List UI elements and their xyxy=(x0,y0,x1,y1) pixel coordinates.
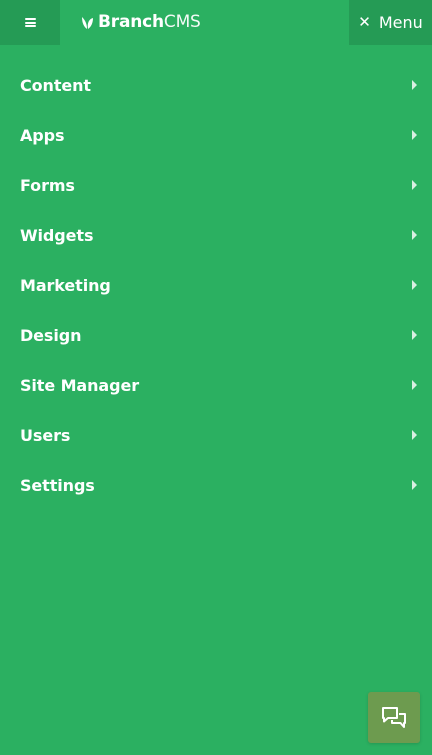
nav-item-label: Users xyxy=(20,425,71,445)
chevron-right-icon xyxy=(412,380,417,390)
chevron-right-icon xyxy=(412,80,417,90)
nav-item-content[interactable]: Content xyxy=(0,60,432,110)
chevron-right-icon xyxy=(412,480,417,490)
chevron-right-icon xyxy=(412,130,417,140)
nav-item-settings[interactable]: Settings xyxy=(0,460,432,510)
nav-item-label: Site Manager xyxy=(20,375,139,395)
hamburger-icon xyxy=(24,18,36,27)
nav-item-label: Settings xyxy=(20,475,95,495)
nav-item-label: Design xyxy=(20,325,82,345)
leaf-icon xyxy=(82,16,93,29)
nav-item-site-manager[interactable]: Site Manager xyxy=(0,360,432,410)
chevron-right-icon xyxy=(412,230,417,240)
close-icon: ✕ xyxy=(358,13,371,31)
nav-item-design[interactable]: Design xyxy=(0,310,432,360)
top-bar: BranchCMS ✕ Menu xyxy=(0,0,432,45)
brand-name: BranchCMS xyxy=(98,12,201,32)
nav-item-label: Widgets xyxy=(20,225,94,245)
chat-button[interactable] xyxy=(368,692,420,743)
chat-icon xyxy=(382,706,406,728)
chevron-right-icon xyxy=(412,280,417,290)
nav-item-apps[interactable]: Apps xyxy=(0,110,432,160)
nav-item-label: Apps xyxy=(20,125,65,145)
brand-logo[interactable]: BranchCMS xyxy=(80,0,201,45)
menu-label: Menu xyxy=(378,13,423,32)
nav-item-users[interactable]: Users xyxy=(0,410,432,460)
nav-item-label: Forms xyxy=(20,175,75,195)
chevron-right-icon xyxy=(412,430,417,440)
nav-item-label: Content xyxy=(20,75,91,95)
nav-item-forms[interactable]: Forms xyxy=(0,160,432,210)
hamburger-button[interactable] xyxy=(0,0,60,45)
main-nav: Content Apps Forms Widgets Marketing Des… xyxy=(0,60,432,510)
nav-item-widgets[interactable]: Widgets xyxy=(0,210,432,260)
nav-item-marketing[interactable]: Marketing xyxy=(0,260,432,310)
chevron-right-icon xyxy=(412,330,417,340)
nav-item-label: Marketing xyxy=(20,275,111,295)
chevron-right-icon xyxy=(412,180,417,190)
close-menu-button[interactable]: ✕ Menu xyxy=(349,0,432,45)
